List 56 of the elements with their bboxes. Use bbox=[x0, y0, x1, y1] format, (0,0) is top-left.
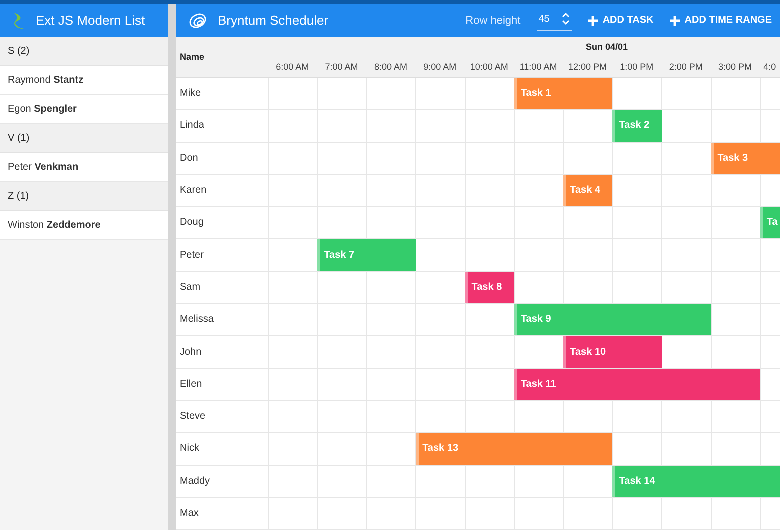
hour-label: 1:00 PM bbox=[620, 62, 654, 72]
column-header: Name bbox=[180, 52, 205, 62]
group-header: S (2) bbox=[0, 37, 168, 66]
resource-name: Nick bbox=[180, 443, 200, 454]
resource-name: Mike bbox=[180, 88, 202, 100]
group-header: Z (1) bbox=[0, 182, 168, 211]
hour-label: 12:00 PM bbox=[568, 62, 607, 72]
task-bar[interactable]: Task 13 bbox=[416, 433, 612, 465]
list-item[interactable]: Peter Venkman bbox=[0, 153, 168, 182]
hour-label: 10:00 AM bbox=[470, 62, 508, 72]
resource-name: Maddy bbox=[180, 476, 210, 487]
resource-name: Sam bbox=[180, 282, 201, 293]
resource-name: Melissa bbox=[180, 314, 214, 326]
hour-label: 4:0 bbox=[764, 62, 776, 72]
plus-icon bbox=[670, 16, 680, 26]
leaf-icon bbox=[12, 12, 26, 30]
list-item[interactable]: Winston Zeddemore bbox=[0, 211, 168, 240]
hour-label: 8:00 AM bbox=[374, 62, 408, 72]
panel-title: Ext JS Modern List bbox=[36, 13, 146, 28]
resource-name: Peter bbox=[180, 250, 204, 261]
task-bar[interactable]: Ta bbox=[760, 207, 780, 238]
resource-name: Ellen bbox=[180, 378, 202, 390]
hour-label: 6:00 AM bbox=[276, 62, 310, 72]
scheduler-title: Bryntum Scheduler bbox=[218, 13, 329, 28]
hour-label: 2:00 PM bbox=[669, 62, 703, 72]
resource-name: Steve bbox=[180, 411, 206, 422]
toolbar-button[interactable]: ADD TASK bbox=[580, 15, 662, 26]
task-bar[interactable]: Task 8 bbox=[464, 272, 514, 304]
resource-name: Max bbox=[180, 508, 199, 519]
row-height-label: Row height bbox=[466, 14, 521, 26]
group-header: V (1) bbox=[0, 124, 168, 153]
task-bar[interactable]: Task 1 bbox=[514, 78, 612, 110]
list-item[interactable]: Raymond Stantz bbox=[0, 66, 168, 95]
task-bar[interactable]: Task 11 bbox=[514, 368, 760, 400]
toolbar-button[interactable]: ADD TIME RANGE bbox=[662, 15, 780, 26]
hour-label: 11:00 AM bbox=[520, 62, 558, 72]
plus-icon bbox=[588, 16, 598, 26]
hour-label: 7:00 AM bbox=[325, 62, 358, 72]
task-bar[interactable]: Task 10 bbox=[563, 336, 662, 368]
task-bar[interactable]: Task 3 bbox=[710, 142, 780, 174]
date-header: Sun 04/01 bbox=[586, 42, 628, 52]
resource-name: Don bbox=[180, 152, 198, 164]
hour-label: 9:00 AM bbox=[424, 62, 457, 72]
resource-name: Linda bbox=[180, 120, 204, 132]
resource-name: Doug bbox=[180, 217, 204, 228]
task-bar[interactable]: Task 9 bbox=[514, 304, 711, 336]
resource-name: Karen bbox=[180, 185, 207, 196]
resource-name: John bbox=[180, 346, 202, 358]
row-height-field[interactable]: 45 bbox=[536, 10, 572, 31]
task-bar[interactable]: Task 14 bbox=[612, 466, 780, 497]
task-bar[interactable]: Task 2 bbox=[612, 110, 662, 142]
hour-label: 3:00 PM bbox=[718, 62, 752, 72]
spinner-icon[interactable] bbox=[562, 12, 570, 26]
list-item[interactable]: Egon Spengler bbox=[0, 95, 168, 124]
task-bar[interactable]: Task 7 bbox=[317, 239, 416, 271]
task-bar[interactable]: Task 4 bbox=[563, 174, 612, 206]
